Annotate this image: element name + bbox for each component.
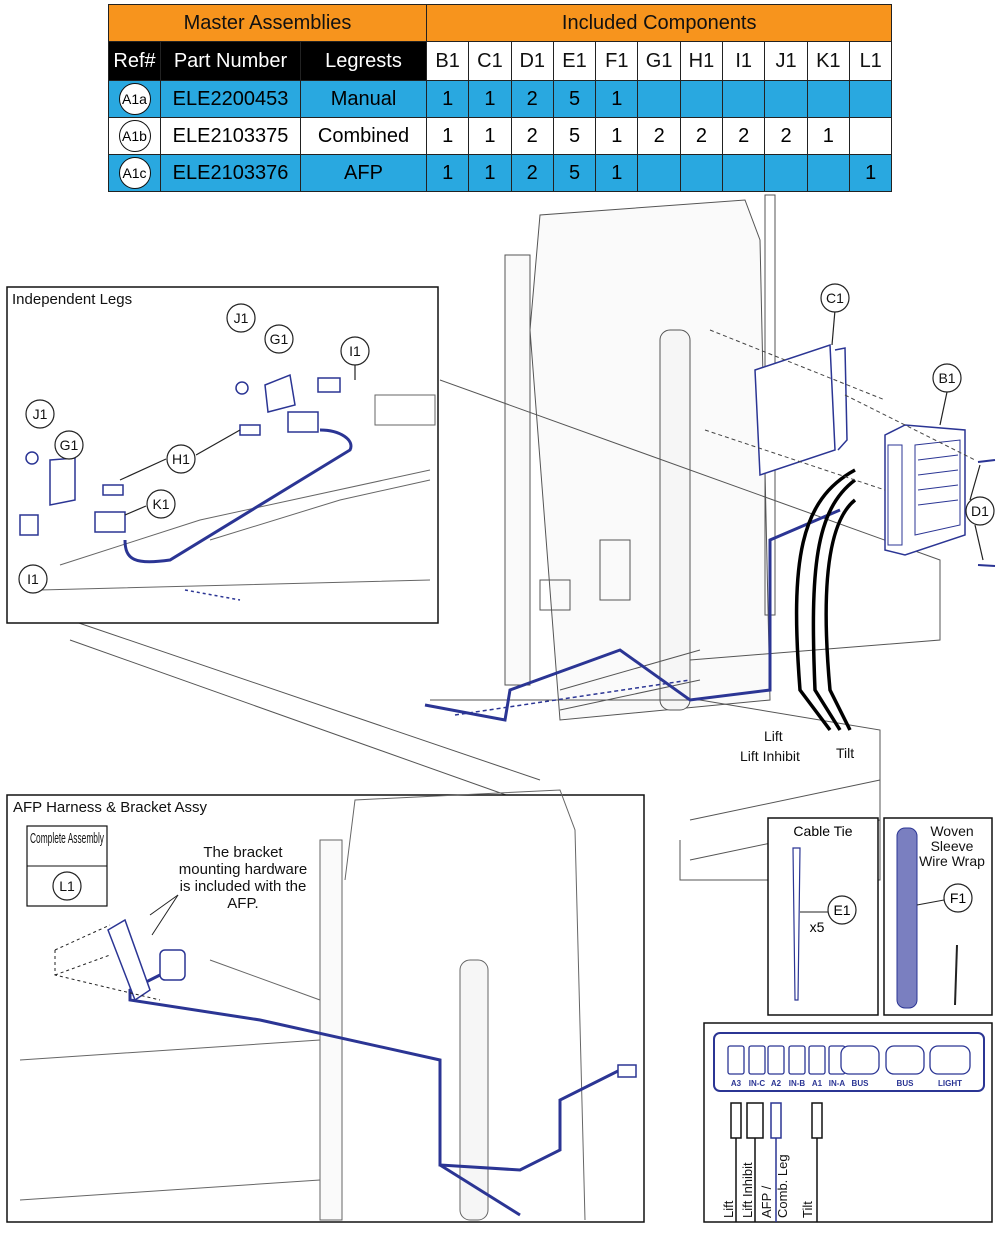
wire-label-comb-leg: Comb. Leg — [775, 1154, 790, 1218]
port-label: A1 — [812, 1079, 823, 1088]
port-bus — [840, 1045, 880, 1075]
callout-b1: B1 — [938, 370, 955, 386]
cable-tie-label: Cable Tie — [793, 823, 852, 839]
afp-note-line: mounting hardware — [179, 861, 307, 878]
wire-label-tilt: Tilt — [800, 1201, 815, 1218]
wire-label-lift: Lift — [721, 1200, 736, 1218]
port-a3 — [727, 1045, 745, 1075]
independent-legs-title: Independent Legs — [12, 291, 132, 308]
cable-label-tilt: Tilt — [836, 745, 854, 761]
cable-label-lift: Lift — [764, 728, 783, 744]
callout-g1: G1 — [60, 437, 79, 453]
woven-sleeve-box: Woven Sleeve Wire Wrap F1 — [883, 817, 993, 1016]
black-cables — [794, 468, 857, 732]
callout-d1: D1 — [971, 503, 989, 519]
port-a2 — [767, 1045, 785, 1075]
callout-c1: C1 — [826, 290, 844, 306]
port-label: A3 — [731, 1079, 742, 1088]
controller-module-b1 — [884, 424, 966, 556]
woven-sleeve-label: Wire Wrap — [919, 853, 985, 869]
port-label: BUS — [897, 1079, 915, 1088]
callout-g1: G1 — [270, 331, 289, 347]
complete-assembly-label: Complete Assembly — [30, 830, 104, 847]
wire-label-lift-inhibit: Lift Inhibit — [740, 1162, 755, 1218]
callout-f1: F1 — [950, 890, 967, 906]
independent-legs-inset: Independent Legs J1 G1 I1 J1 G1 H1 K1 I1 — [6, 286, 439, 624]
afp-inset: AFP Harness & Bracket Assy Complete Asse… — [6, 789, 645, 1223]
afp-note-line: The bracket — [203, 844, 283, 861]
woven-sleeve-label: Woven — [930, 823, 973, 839]
callout-h1: H1 — [172, 451, 190, 467]
callout-k1: K1 — [152, 496, 169, 512]
exploded-view-illustration: C1 B1 D1 Lift Lift Inhibit Tilt Independ… — [6, 194, 996, 1223]
callout-j1: J1 — [33, 406, 48, 422]
callout-j1: J1 — [234, 310, 249, 326]
port-label: IN-B — [789, 1079, 806, 1088]
port-light — [929, 1045, 971, 1075]
callout-l1: L1 — [59, 878, 75, 894]
woven-sleeve-label: Sleeve — [931, 838, 974, 854]
port-label: IN-A — [829, 1079, 846, 1088]
cable-tie-quantity: x5 — [810, 919, 825, 935]
afp-inset-title: AFP Harness & Bracket Assy — [13, 799, 207, 816]
callout-e1: E1 — [833, 902, 850, 918]
cable-label-lift-inhibit: Lift Inhibit — [740, 748, 800, 764]
port-in-c — [748, 1045, 766, 1075]
callout-i1: I1 — [27, 571, 39, 587]
port-label: IN-C — [749, 1079, 766, 1088]
port-a1 — [808, 1045, 826, 1075]
connector-panel-box: A3 IN-C A2 IN-B A1 IN-A BUS BUS LIGHT Lift Lift … — [703, 1022, 993, 1223]
cable-tie-box: Cable Tie E1 x5 — [767, 817, 879, 1016]
parts-diagram-page: Master Assemblies Included Components Re… — [0, 0, 1000, 1233]
port-label: A2 — [771, 1079, 782, 1088]
port-in-b — [788, 1045, 806, 1075]
afp-note-line: AFP. — [227, 895, 258, 912]
port-label: BUS — [852, 1079, 870, 1088]
port-label: LIGHT — [938, 1079, 962, 1088]
port-bus — [885, 1045, 925, 1075]
afp-note-line: is included with the — [180, 878, 307, 895]
wire-label-afp: AFP / — [759, 1185, 774, 1218]
callout-i1: I1 — [349, 343, 361, 359]
